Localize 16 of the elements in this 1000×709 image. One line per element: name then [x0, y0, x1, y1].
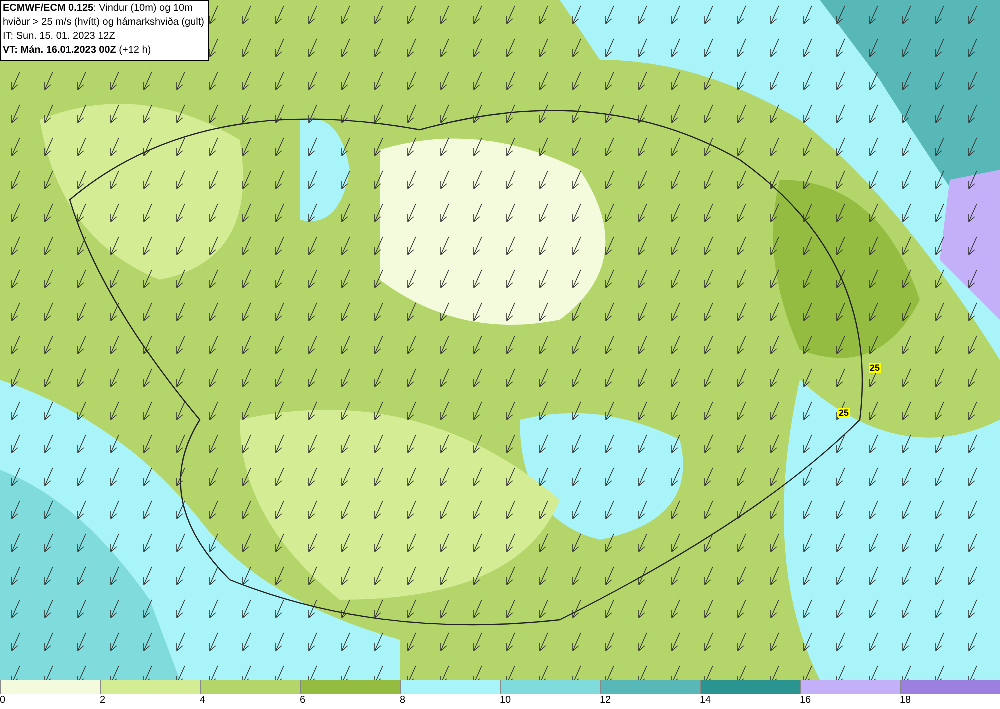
legend-label: 6	[300, 694, 306, 708]
caption-line: VT: Mán. 16.01.2023 00Z (+12 h)	[3, 44, 152, 58]
legend-label: 4	[200, 694, 206, 708]
legend-label: 14	[700, 694, 712, 708]
caption-line: IT: Sun. 15. 01. 2023 12Z	[3, 30, 116, 44]
caption-line: hviður > 25 m/s (hvítt) og hámarkshviða (gult)	[3, 16, 204, 30]
legend-label: 8	[400, 694, 406, 708]
legend-label: 12	[600, 694, 612, 708]
legend-label: 16	[800, 694, 812, 708]
legend-label: 18	[900, 694, 912, 708]
gust-label: 25	[869, 363, 882, 373]
legend-label: 0	[0, 694, 6, 708]
legend-label: 2	[100, 694, 106, 708]
caption-line: ECMWF/ECM 0.125: Vindur (10m) og 10m	[3, 2, 194, 16]
gust-label: 25	[838, 408, 850, 418]
legend-label: 10	[500, 694, 512, 708]
